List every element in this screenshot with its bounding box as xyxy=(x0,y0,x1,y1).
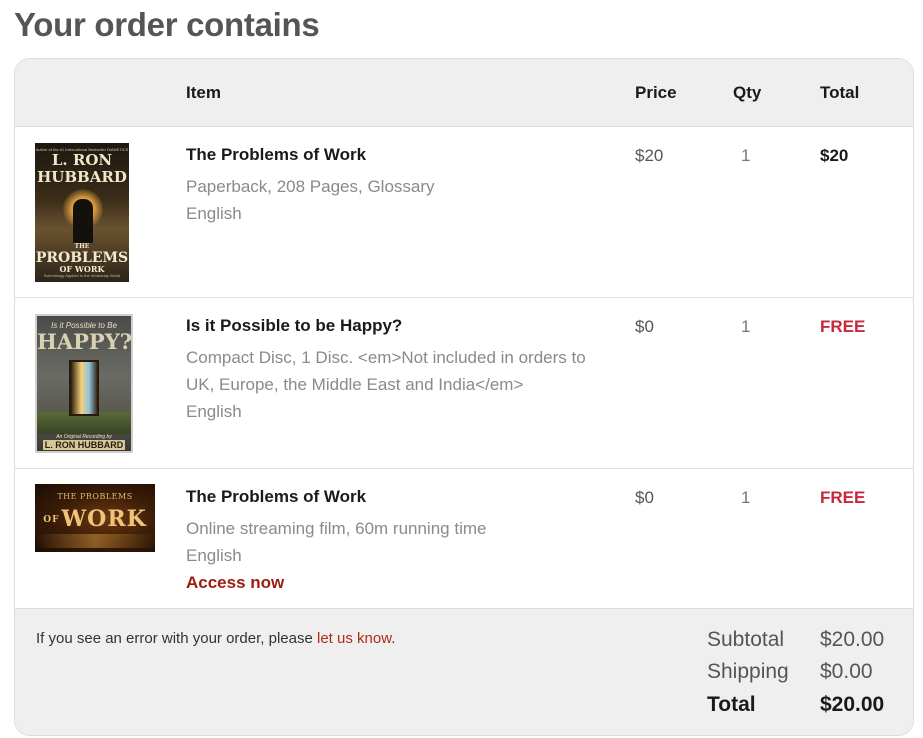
item-total-free: FREE xyxy=(820,317,866,336)
column-header-total: Total xyxy=(820,83,860,102)
subtotal-label: Subtotal xyxy=(707,628,785,651)
item-quantity: 1 xyxy=(741,488,751,507)
cover-subtitle: Scientology Applied to the Workaday Worl… xyxy=(43,273,121,278)
item-language: English xyxy=(186,204,242,223)
cover-headline: HAPPY? xyxy=(37,329,133,354)
item-details: Is it Possible to be Happy? Compact Disc… xyxy=(186,317,616,425)
cover-author: L. RON HUBBARD xyxy=(37,151,127,186)
film-thumbnail-image: THE PROBLEMS OFWORK xyxy=(35,484,155,552)
item-price: $20 xyxy=(635,146,664,165)
item-description: Compact Disc, 1 Disc. <em>Not included i… xyxy=(186,348,586,394)
item-language: English xyxy=(186,402,242,421)
thumbnail-title-line: THE PROBLEMS xyxy=(57,492,133,501)
cover-title-line: PROBLEMS xyxy=(35,250,129,266)
error-note-end: . xyxy=(391,630,396,647)
cover-author: L. RON HUBBARD xyxy=(43,440,125,450)
shipping-value: $0.00 xyxy=(820,660,873,683)
table-header: Item Price Qty Total xyxy=(15,59,913,127)
book-cover-image: Author of the #1 International Bestselle… xyxy=(35,143,129,282)
item-details: The Problems of Work Online streaming fi… xyxy=(186,488,616,596)
item-price: $0 xyxy=(635,488,654,507)
subtotal-value: $20.00 xyxy=(820,628,885,651)
error-note-text: If you see an error with your order, ple… xyxy=(36,630,317,647)
cover-title-line: OF WORK xyxy=(59,264,105,274)
shipping-label: Shipping xyxy=(707,660,789,683)
item-description: Paperback, 208 Pages, Glossary xyxy=(186,177,435,196)
access-now-link[interactable]: Access now xyxy=(186,569,616,596)
cover-figure-silhouette xyxy=(73,199,93,243)
item-title: The Problems of Work xyxy=(186,487,367,506)
cover-title: THE PROBLEMS OF WORK xyxy=(35,243,129,273)
thumbnail-title-word: WORK xyxy=(61,506,147,532)
column-header-qty: Qty xyxy=(733,83,762,102)
order-summary-card: Item Price Qty Total Author of the #1 In… xyxy=(14,58,914,736)
cover-door xyxy=(69,360,99,416)
thumbnail-sparks xyxy=(35,534,155,548)
item-quantity: 1 xyxy=(741,146,751,165)
page-title: Your order contains xyxy=(14,6,320,43)
item-title: Is it Possible to be Happy? xyxy=(186,316,403,335)
cd-cover-image: Is it Possible to Be HAPPY? An Original … xyxy=(35,314,133,453)
error-note: If you see an error with your order, ple… xyxy=(36,630,395,647)
item-total-free: FREE xyxy=(820,488,866,507)
order-item-row: Author of the #1 International Bestselle… xyxy=(15,127,913,298)
grand-total-label: Total xyxy=(707,693,756,716)
grand-total-value: $20.00 xyxy=(820,693,885,716)
item-quantity: 1 xyxy=(741,317,751,336)
item-price: $0 xyxy=(635,317,654,336)
order-item-row: THE PROBLEMS OFWORK The Problems of Work… xyxy=(15,469,913,608)
column-header-item: Item xyxy=(186,83,221,102)
item-details: The Problems of Work Paperback, 208 Page… xyxy=(186,146,616,227)
order-footer: If you see an error with your order, ple… xyxy=(15,608,913,735)
column-header-price: Price xyxy=(635,83,677,102)
order-item-row: Is it Possible to Be HAPPY? An Original … xyxy=(15,298,913,469)
item-description: Online streaming film, 60m running time xyxy=(186,519,487,538)
item-language: English xyxy=(186,546,242,565)
item-title: The Problems of Work xyxy=(186,145,367,164)
contact-us-link[interactable]: let us know xyxy=(317,630,391,647)
item-total: $20 xyxy=(820,146,849,165)
thumbnail-title-word: OF xyxy=(43,515,60,525)
thumbnail-title-line: OFWORK xyxy=(35,506,155,532)
